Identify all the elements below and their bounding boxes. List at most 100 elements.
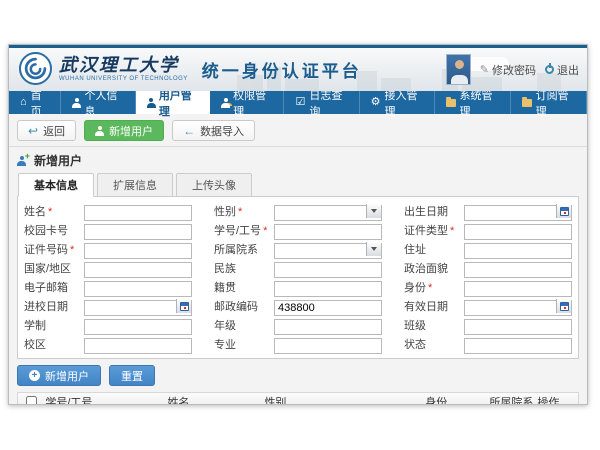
user-icon	[72, 98, 80, 108]
field-id-number: 证件号码*	[24, 241, 192, 257]
address-control	[464, 241, 572, 257]
nav-item-label: 首页	[31, 87, 50, 119]
column-header: 性别	[260, 394, 421, 406]
birth-date-control	[464, 203, 572, 219]
folder-icon	[446, 99, 456, 107]
return-arrow-icon: ↩	[28, 125, 38, 137]
ethnicity-label: 民族	[214, 260, 274, 276]
field-enroll-date: 进校日期	[24, 298, 192, 314]
student-no-input[interactable]	[274, 224, 382, 240]
required-marker: *	[70, 244, 74, 256]
id-number-input[interactable]	[84, 243, 192, 259]
class-label: 班级	[404, 317, 464, 333]
nav-item-profile[interactable]: 个人信息	[61, 91, 135, 114]
date-picker-button[interactable]	[556, 299, 571, 313]
native-place-label: 籍贯	[214, 279, 274, 295]
postal-code-input[interactable]	[274, 300, 382, 316]
user-add-icon	[95, 126, 104, 136]
select-all-checkbox[interactable]	[26, 396, 37, 405]
dropdown-button[interactable]	[366, 204, 381, 218]
valid-date-label: 有效日期	[404, 298, 464, 314]
university-logo-icon	[19, 52, 52, 85]
class-input[interactable]	[464, 319, 572, 335]
postal-code-control	[274, 298, 382, 314]
identity-control	[464, 279, 572, 295]
nav-item-users[interactable]: 用户管理	[136, 91, 210, 114]
column-header: 学号/工号	[41, 394, 163, 406]
name-control	[84, 203, 192, 219]
main-nav: ⌂首页个人信息用户管理权限管理☑日志查询⚙接入管理系统管理订阅管理	[9, 91, 587, 114]
section-title-text: 新增用户	[34, 152, 82, 169]
native-place-input[interactable]	[274, 281, 382, 297]
select-all-cell	[18, 396, 41, 405]
field-id-type: 证件类型*	[404, 222, 572, 238]
major-input[interactable]	[274, 338, 382, 354]
required-marker: *	[238, 206, 242, 218]
data-import-button[interactable]: ← 数据导入	[172, 120, 255, 141]
name-label: 姓名*	[24, 203, 84, 219]
add-user-toolbar-button[interactable]: 新增用户	[84, 120, 164, 141]
chevron-down-icon	[371, 209, 377, 213]
identity-input[interactable]	[464, 281, 572, 297]
political-status-input[interactable]	[464, 262, 572, 278]
study-length-control	[84, 317, 192, 333]
dropdown-button[interactable]	[366, 242, 381, 256]
campus-card-no-control	[84, 222, 192, 238]
id-type-label: 证件类型*	[404, 222, 464, 238]
nav-item-home[interactable]: ⌂首页	[9, 91, 61, 114]
logout-link[interactable]: 退出	[545, 62, 579, 78]
campus-input[interactable]	[84, 338, 192, 354]
field-postal-code: 邮政编码	[214, 298, 382, 314]
calendar-icon	[180, 302, 189, 311]
id-type-input[interactable]	[464, 224, 572, 240]
country-region-label: 国家/地区	[24, 260, 84, 276]
home-icon: ⌂	[20, 97, 27, 108]
grade-input[interactable]	[274, 319, 382, 335]
birth-date-label: 出生日期	[404, 203, 464, 219]
political-status-control	[464, 260, 572, 276]
grade-label: 年级	[214, 317, 274, 333]
nav-item-permissions[interactable]: 权限管理	[210, 91, 284, 114]
field-major: 专业	[214, 336, 382, 352]
status-input[interactable]	[464, 338, 572, 354]
date-picker-button[interactable]	[176, 299, 191, 313]
field-study-length: 学制	[24, 317, 192, 333]
tab-extended-info[interactable]: 扩展信息	[97, 173, 173, 197]
postal-code-label: 邮政编码	[214, 298, 274, 314]
nav-item-access[interactable]: ⚙接入管理	[360, 91, 435, 114]
country-region-input[interactable]	[84, 262, 192, 278]
email-input[interactable]	[84, 281, 192, 297]
date-picker-button[interactable]	[556, 204, 571, 218]
gear-icon: ⚙	[371, 97, 381, 108]
field-valid-date: 有效日期	[404, 298, 572, 314]
submit-add-user-button[interactable]: 新增用户	[17, 365, 101, 386]
field-gender: 性别*	[214, 203, 382, 219]
ethnicity-input[interactable]	[274, 262, 382, 278]
field-birth-date: 出生日期	[404, 203, 572, 219]
change-password-link[interactable]: ✎ 修改密码	[480, 62, 536, 78]
study-length-input[interactable]	[84, 319, 192, 335]
campus-card-no-input[interactable]	[84, 224, 192, 240]
reset-button[interactable]: 重置	[109, 365, 155, 386]
column-header: 操作	[533, 394, 578, 406]
field-grade: 年级	[214, 317, 382, 333]
submit-label: 新增用户	[45, 368, 89, 384]
back-button[interactable]: ↩ 返回	[17, 120, 76, 141]
nav-item-subscriptions[interactable]: 订阅管理	[511, 91, 587, 114]
enroll-date-control	[84, 298, 192, 314]
nav-item-label: 用户管理	[159, 87, 198, 119]
tab-upload-avatar[interactable]: 上传头像	[176, 173, 252, 197]
basic-info-panel: 姓名*性别*出生日期校园卡号学号/工号*证件类型*证件号码*所属院系住址国家/地…	[17, 196, 579, 359]
nav-item-label: 权限管理	[233, 87, 272, 119]
nav-item-system[interactable]: 系统管理	[435, 91, 511, 114]
name-input[interactable]	[84, 205, 192, 221]
tab-basic-info[interactable]: 基本信息	[18, 173, 94, 197]
field-status: 状态	[404, 336, 572, 352]
address-input[interactable]	[464, 243, 572, 259]
political-status-label: 政治面貌	[404, 260, 464, 276]
university-name: 武汉理工大学	[59, 55, 188, 75]
nav-item-logs[interactable]: ☑日志查询	[284, 91, 359, 114]
native-place-control	[274, 279, 382, 295]
form-actions: 新增用户 重置	[17, 365, 579, 386]
column-header: 姓名	[163, 394, 260, 406]
